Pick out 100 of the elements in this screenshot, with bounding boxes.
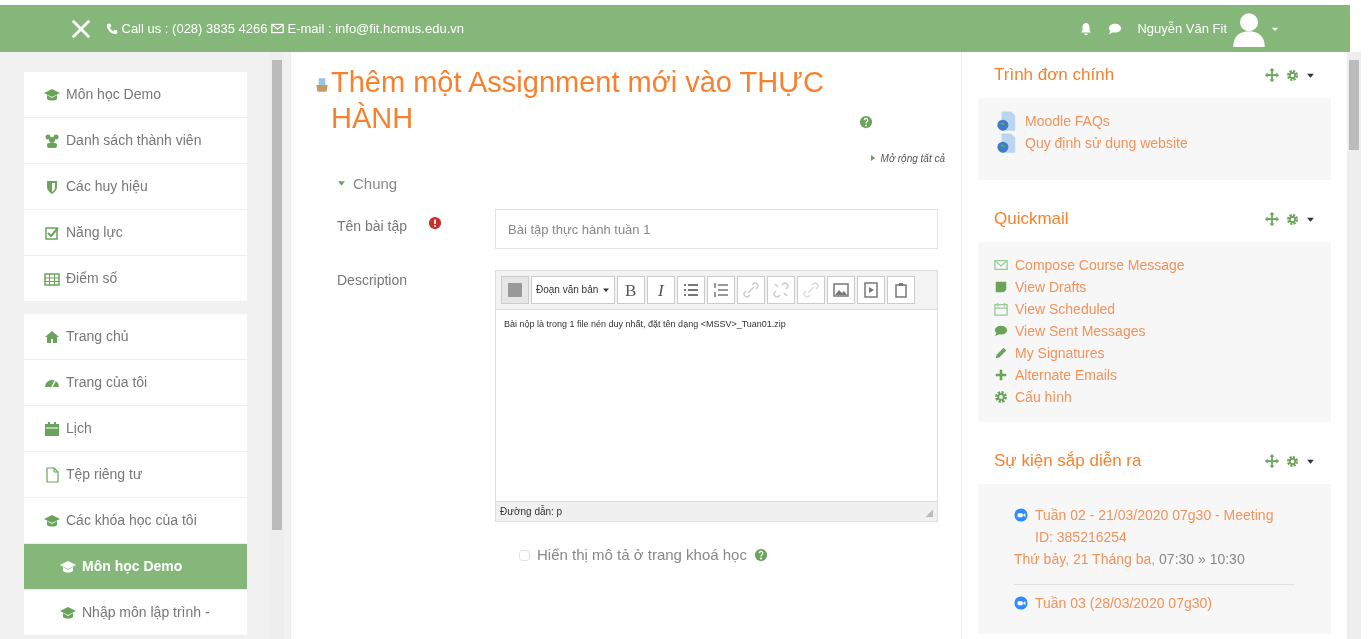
unlink-icon [772,282,789,298]
unlink-button[interactable] [766,276,795,304]
sidebar-item[interactable]: Trang chủ [24,314,247,360]
media-icon [862,282,879,298]
sidebar-item[interactable]: Danh sách thành viên [24,118,247,164]
gear-icon [994,390,1008,404]
zoom-camera-icon [1014,596,1028,610]
move-icon[interactable] [1265,212,1279,226]
clipboard-icon [892,282,909,298]
caret-down-icon[interactable] [337,179,346,189]
media-button[interactable] [856,276,885,304]
image-button[interactable] [826,276,855,304]
editor-text: Bài nộp là trong 1 file nén duy nhất, đặt tên dạng <MSSV>_Tuan01.zip [504,319,786,329]
checkbox-icon [44,224,60,241]
sidebar-item[interactable]: Môn học Demo [24,544,247,590]
image-icon [832,282,849,298]
block-title: Trình đơn chính [994,64,1115,87]
block-link[interactable]: Cấu hình [1015,386,1072,408]
block-link[interactable]: View Sent Messages [1015,320,1146,342]
block-link[interactable]: Quy định sử dụng website [1025,132,1188,154]
numbered-list-icon [712,282,729,298]
block-link[interactable]: Moodle FAQs [1025,110,1110,132]
assignment-icon [313,76,331,94]
field-label: Tên bài tập [337,217,408,236]
link-icon [742,282,759,298]
paste-button[interactable] [886,276,915,304]
italic-button[interactable]: I [646,276,675,304]
phone-icon [106,22,118,35]
checkbox[interactable] [519,549,530,561]
phone-number: Call us : (028) 3835 4266 [121,19,268,38]
plus-icon [994,368,1008,382]
sidebar-item[interactable]: Nhập môn lập trình - [24,590,247,636]
required-icon [428,216,443,230]
caret-icon [601,286,610,294]
shield-icon [44,178,60,195]
block-link[interactable]: Alternate Emails [1015,364,1117,386]
users-icon [44,132,60,149]
zoom-camera-icon [1014,508,1028,522]
link-button[interactable] [736,276,765,304]
graduation-cap-icon [44,86,60,103]
close-icon[interactable] [70,17,92,40]
scrollbar[interactable] [1347,52,1361,639]
sidebar-item[interactable]: Điểm số [24,256,247,302]
envelope-icon [994,258,1008,272]
email-address: E-mail : info@fit.hcmus.edu.vn [287,19,464,38]
help-icon[interactable] [753,548,768,563]
section-toggle[interactable]: Chung [353,172,398,195]
calendar-icon [44,420,60,437]
web-page-icon [996,110,1018,132]
table-icon [44,270,60,287]
editor-path: Đường dẫn: p [500,504,563,519]
format-dropdown[interactable]: Đoạn văn bản [531,276,615,304]
event-date-link[interactable]: Thứ bảy, 21 Tháng ba, [1014,551,1156,567]
user-name[interactable]: Nguyễn Văn Fit [1137,18,1227,39]
envelope-icon [271,22,284,35]
expand-all-link[interactable]: Mở rộng tất cả [880,150,945,166]
help-icon[interactable] [859,114,873,129]
event-link[interactable]: Tuần 03 (28/03/2020 07g30) [1035,592,1212,614]
graduation-cap-icon [60,558,76,575]
numbered-list-button[interactable] [706,276,735,304]
graduation-cap-icon [44,512,60,529]
link-icon [802,282,819,298]
calendar-icon [994,302,1008,316]
move-icon[interactable] [1265,454,1279,468]
block-title: Sự kiện sắp diễn ra [994,450,1142,473]
pencil-icon [994,346,1008,360]
home-icon [44,328,60,345]
event-link[interactable]: Tuần 02 - 21/03/2020 07g30 - Meeting ID: 385216254 [1035,504,1295,548]
sidebar-item[interactable]: Các huy hiệu [24,164,247,210]
web-page-icon [996,132,1018,154]
bullet-list-icon [682,282,699,298]
block-link[interactable]: Compose Course Message [1015,254,1185,276]
gear-icon[interactable] [1286,454,1299,468]
block-link[interactable]: View Drafts [1015,276,1087,298]
chat-icon[interactable] [1107,21,1124,36]
sidebar-item[interactable]: Lịch [24,406,247,452]
checkbox-label: Hiển thị mô tả ở trang khoá học [537,545,747,565]
bell-icon[interactable] [1079,21,1094,36]
gear-icon[interactable] [1286,212,1299,226]
input-field[interactable]: Bài tập thực hành tuần 1 [495,209,938,249]
chat-icon [994,324,1008,338]
bold-button[interactable]: B [616,276,645,304]
note-icon [994,280,1008,294]
file-icon [44,466,60,483]
sidebar-item[interactable]: Môn học Demo [24,72,247,118]
sidebar-item[interactable]: Trang của tôi [24,360,247,406]
block-link[interactable]: View Scheduled [1015,298,1116,320]
graduation-cap-icon [60,604,76,621]
bullet-list-button[interactable] [676,276,705,304]
toolbar-toggle-button[interactable] [501,276,529,304]
gear-icon[interactable] [1286,68,1299,82]
sidebar-item[interactable]: Năng lực [24,210,247,256]
move-icon[interactable] [1265,68,1279,82]
page-title: Thêm một Assignment mới vào THỰC HÀNH [331,65,825,137]
block-title: Quickmail [994,208,1069,231]
user-avatar-icon[interactable] [1230,10,1267,47]
event-time: 07:30 » 10:30 [1159,551,1245,567]
sidebar-item[interactable]: Tệp riêng tư [24,452,247,498]
field-label: Description [337,272,408,288]
block-link[interactable]: My Signatures [1015,342,1105,364]
